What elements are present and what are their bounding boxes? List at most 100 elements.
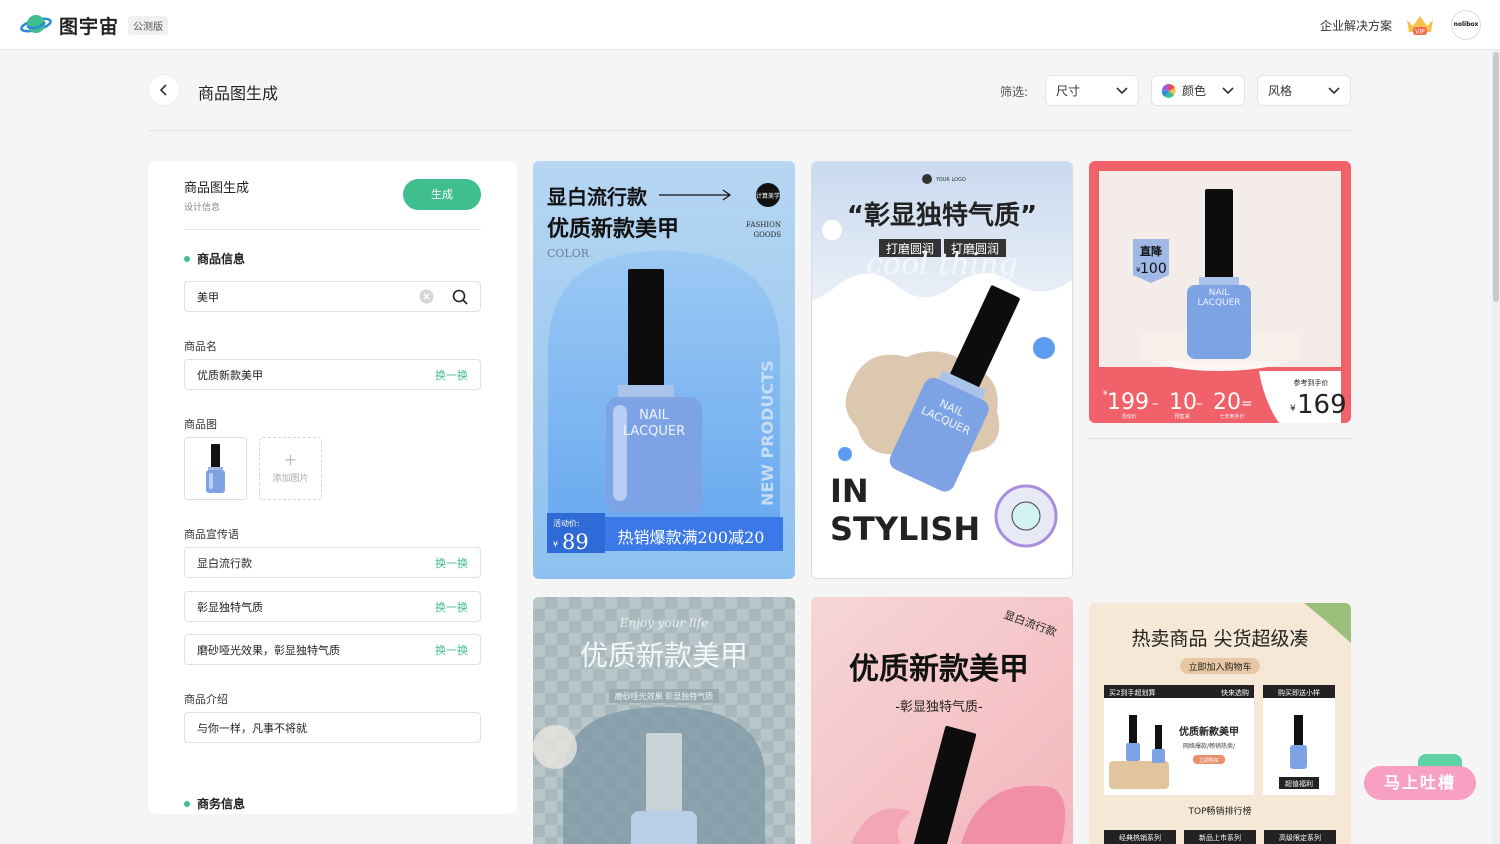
- card-divider: [1089, 438, 1351, 439]
- swap-name-button[interactable]: 换一换: [435, 367, 468, 383]
- generate-button[interactable]: 生成: [403, 179, 481, 210]
- svg-text:热卖商品 尖货超级凑: 热卖商品 尖货超级凑: [1131, 628, 1308, 650]
- svg-text:立即加入购物车: 立即加入购物车: [1188, 661, 1251, 673]
- chevron-down-icon: [1328, 86, 1340, 94]
- style-dropdown[interactable]: 风格: [1257, 75, 1351, 106]
- product-info-heading: 商品信息: [184, 250, 245, 267]
- top-bar: 图宇宙 公测版 企业解决方案 VIP nolibox: [0, 0, 1500, 50]
- panel-title: 商品图生成: [184, 181, 250, 196]
- svg-text:10: 10: [1169, 390, 1197, 415]
- svg-text:89: 89: [562, 530, 589, 554]
- avatar[interactable]: nolibox: [1451, 10, 1481, 40]
- svg-text:FASHION: FASHION: [746, 221, 781, 229]
- svg-text:磨砂哑光效果 彰显独特气质: 磨砂哑光效果 彰显独特气质: [615, 691, 714, 701]
- swap-slogan-button[interactable]: 换一换: [435, 599, 468, 615]
- size-dropdown[interactable]: 尺寸: [1045, 75, 1139, 106]
- product-intro-field[interactable]: 与你一样，凡事不将就: [184, 712, 481, 743]
- product-name-label: 商品名: [184, 340, 217, 353]
- result-image-2: YOUR LOGO “彰显独特气质” 打磨圆润 打磨圆润 cool thing …: [812, 162, 1072, 578]
- svg-text:STYLISH: STYLISH: [830, 510, 980, 548]
- svg-text:优质新款美甲: 优质新款美甲: [849, 652, 1029, 687]
- panel-subtitle: 设计信息: [184, 203, 221, 213]
- slogan-value: 磨砂哑光效果，彰显独特气质: [197, 643, 340, 657]
- svg-text:高级限定系列: 高级限定系列: [1279, 833, 1321, 842]
- product-intro-value: 与你一样，凡事不将就: [197, 721, 307, 735]
- result-card-4[interactable]: Enjoy your life 优质新款美甲 磨砂哑光效果 彰显独特气质: [533, 597, 795, 844]
- result-card-1[interactable]: 显白流行款 优质新款美甲 COLOR 计算美学 FASHION GOODS NE…: [533, 161, 795, 579]
- clear-icon[interactable]: [419, 289, 434, 304]
- svg-text:优质新款美甲: 优质新款美甲: [580, 639, 748, 672]
- product-image-label: 商品图: [184, 418, 217, 431]
- svg-text:COLOR: COLOR: [547, 247, 590, 260]
- planet-logo-icon[interactable]: [20, 12, 52, 38]
- svg-text:显白流行款: 显白流行款: [547, 185, 648, 209]
- svg-text:NEW PRODUCTS: NEW PRODUCTS: [758, 360, 777, 506]
- svg-text:=: =: [1241, 396, 1253, 412]
- svg-text:活动价:: 活动价:: [553, 518, 580, 528]
- result-image-3: NAIL LACQUER 直降 ¥ 100 ¥ 199 – 10 – 20 = …: [1089, 161, 1351, 423]
- page-title: 商品图生成: [198, 84, 279, 103]
- slogan-field[interactable]: 彰显独特气质 换一换: [184, 591, 481, 622]
- product-info-heading-text: 商品信息: [197, 252, 246, 266]
- enterprise-solutions-link[interactable]: 企业解决方案: [1320, 17, 1392, 34]
- feedback-button[interactable]: 马上吐槽: [1364, 766, 1476, 800]
- svg-text:IN: IN: [830, 472, 869, 510]
- result-card-2[interactable]: YOUR LOGO “彰显独特气质” 打磨圆润 打磨圆润 cool thing …: [811, 161, 1073, 579]
- svg-text:YOUR LOGO: YOUR LOGO: [935, 177, 966, 183]
- add-image-button[interactable]: + 添加图片: [259, 437, 322, 500]
- search-icon[interactable]: [452, 289, 468, 305]
- result-card-3[interactable]: NAIL LACQUER 直降 ¥ 100 ¥ 199 – 10 – 20 = …: [1089, 161, 1351, 423]
- svg-text:优质新款美甲: 优质新款美甲: [547, 216, 679, 242]
- svg-text:购买即送小样: 购买即送小样: [1278, 688, 1320, 697]
- svg-text:LACQUER: LACQUER: [623, 424, 685, 439]
- add-image-label: 添加图片: [272, 474, 309, 484]
- svg-text:优质新款美甲: 优质新款美甲: [1179, 725, 1239, 738]
- chevron-down-icon: [1116, 86, 1128, 94]
- search-input[interactable]: 美甲: [184, 281, 481, 312]
- slogan-field[interactable]: 显白流行款 换一换: [184, 547, 481, 578]
- slogan-value: 显白流行款: [197, 556, 252, 570]
- svg-text:直降: 直降: [1140, 244, 1163, 258]
- svg-text:TOP畅销排行榜: TOP畅销排行榜: [1187, 805, 1251, 817]
- swap-slogan-button[interactable]: 换一换: [435, 555, 468, 571]
- vip-crown-icon[interactable]: VIP: [1404, 12, 1436, 38]
- svg-text:活动价: 活动价: [1121, 413, 1136, 420]
- result-card-5[interactable]: 显白流行款 优质新款美甲 -彰显独特气质-: [811, 597, 1073, 844]
- svg-text:Enjoy your life: Enjoy your life: [619, 616, 709, 630]
- design-info-panel: 商品图生成 设计信息 生成 商品信息 美甲 商品名 优质新款美甲 换一换 商品图…: [148, 161, 517, 814]
- chevron-left-icon: [159, 84, 167, 96]
- back-button[interactable]: [148, 74, 180, 106]
- slogan-field[interactable]: 磨砂哑光效果，彰显独特气质 换一换: [184, 634, 481, 665]
- svg-text:七天到手价: 七天到手价: [1219, 413, 1244, 420]
- svg-text:–: –: [1196, 396, 1203, 412]
- svg-text:LACQUER: LACQUER: [1197, 298, 1240, 308]
- svg-text:¥: ¥: [1290, 404, 1296, 414]
- app-logo-text[interactable]: 图宇宙: [59, 12, 119, 39]
- svg-text:100: 100: [1140, 261, 1167, 277]
- svg-text:计算美学: 计算美学: [756, 192, 780, 200]
- svg-text:立即购买: 立即购买: [1199, 757, 1219, 764]
- svg-text:预售减: 预售减: [1174, 413, 1189, 420]
- beta-badge: 公测版: [128, 16, 168, 35]
- panel-divider: [184, 229, 481, 230]
- svg-text:20: 20: [1213, 390, 1241, 415]
- color-wheel-icon: [1162, 83, 1176, 98]
- svg-text:超值福利: 超值福利: [1285, 779, 1313, 788]
- svg-text:cool thing: cool thing: [866, 247, 1018, 282]
- business-info-heading: 商务信息: [184, 795, 245, 812]
- product-name-field[interactable]: 优质新款美甲 换一换: [184, 359, 481, 390]
- section-dot: [184, 255, 190, 262]
- color-dropdown[interactable]: 颜色: [1151, 75, 1245, 106]
- svg-text:–: –: [1152, 396, 1159, 412]
- color-dropdown-label: 颜色: [1182, 84, 1207, 98]
- header-divider: [148, 130, 1352, 131]
- svg-text:热销爆款满200减20: 热销爆款满200减20: [618, 528, 765, 547]
- svg-text:¥: ¥: [553, 540, 558, 549]
- result-card-6[interactable]: 热卖商品 尖货超级凑 立即加入购物车 买2到手超划算 快来选购 购买即送小样 优…: [1089, 603, 1351, 844]
- scrollbar-thumb[interactable]: [1493, 52, 1499, 302]
- svg-text:NAIL: NAIL: [639, 408, 669, 423]
- swap-slogan-button[interactable]: 换一换: [435, 642, 468, 658]
- chevron-down-icon: [1222, 86, 1234, 94]
- slogan-value: 彰显独特气质: [197, 600, 263, 614]
- product-image-thumbnail[interactable]: [184, 437, 247, 500]
